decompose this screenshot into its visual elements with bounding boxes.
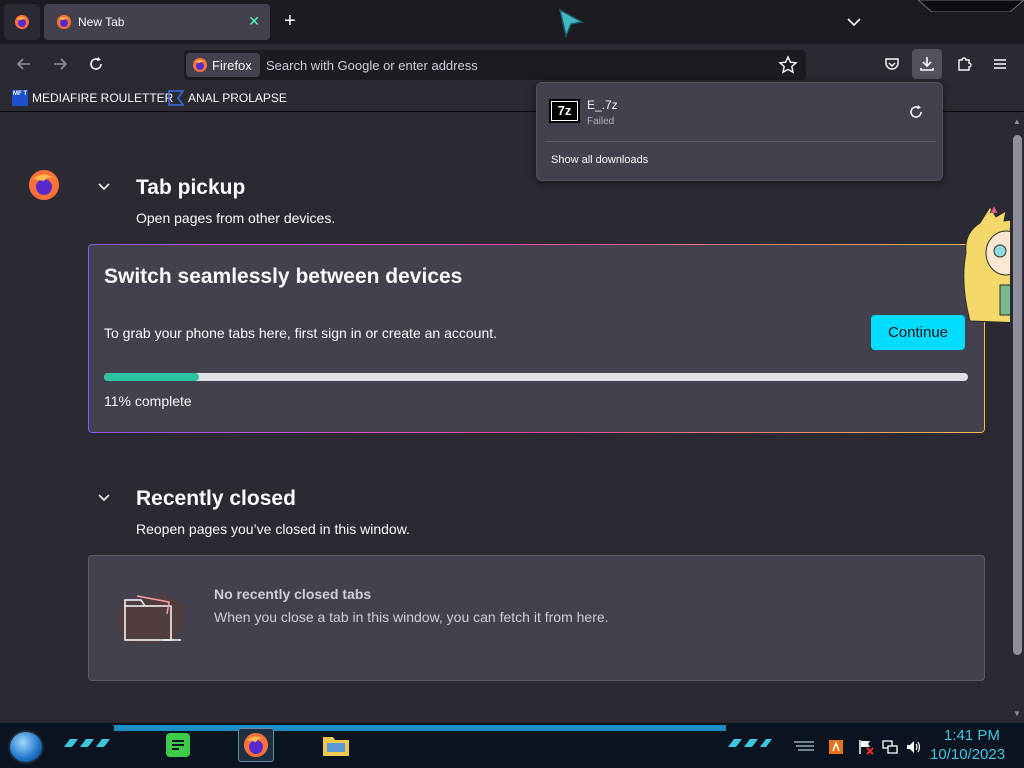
navigation-toolbar: Firefox <box>0 44 1024 84</box>
taskbar-chevrons-decoration <box>64 739 110 747</box>
page-scrollbar[interactable]: ▲ ▼ <box>1010 113 1024 723</box>
scroll-thumb[interactable] <box>1013 135 1022 655</box>
mediafire-icon: MF T <box>12 90 28 106</box>
bookmark-icon <box>168 90 184 106</box>
clock-time[interactable]: 1:41 PM <box>944 727 1000 744</box>
scroll-down-arrow-icon[interactable]: ▼ <box>1013 709 1021 718</box>
taskbar-chevrons-decoration <box>728 739 772 747</box>
collapse-chevron-icon[interactable] <box>96 179 112 195</box>
setup-progress-bar <box>104 373 968 381</box>
puzzle-icon <box>958 57 972 71</box>
tab-title: New Tab <box>78 15 125 29</box>
identity-box[interactable]: Firefox <box>186 53 260 77</box>
7z-file-icon: 7z <box>549 99 580 123</box>
close-tab-icon[interactable]: ✕ <box>248 13 260 30</box>
taskbar-decoration <box>114 725 726 731</box>
pinned-tab[interactable] <box>4 4 40 40</box>
retry-icon[interactable] <box>907 103 925 121</box>
download-status: Failed <box>587 116 615 127</box>
bookmark-second[interactable]: ANAL PROLAPSE <box>168 89 287 107</box>
bookmark-label: ANAL PROLAPSE <box>188 91 287 105</box>
empty-state-text: When you close a tab in this window, you… <box>214 609 609 625</box>
volume-icon[interactable] <box>906 739 922 755</box>
recently-closed-subtitle: Reopen pages you’ve closed in this windo… <box>136 521 410 537</box>
download-icon <box>920 57 934 71</box>
download-filename: E_.7z <box>587 98 618 112</box>
sync-card-text: To grab your phone tabs here, first sign… <box>104 325 498 341</box>
firefox-icon <box>193 58 207 72</box>
reload-button[interactable] <box>84 52 108 76</box>
recently-closed-title: Recently closed <box>136 487 296 510</box>
menu-button[interactable] <box>988 52 1012 76</box>
show-all-downloads-button[interactable]: Show all downloads <box>551 154 648 166</box>
show-desktop-icon[interactable] <box>792 740 816 752</box>
progress-fill <box>104 373 200 381</box>
downloads-panel: 7z E_.7z Failed Show all downloads <box>536 82 943 181</box>
bookmark-mediafire[interactable]: MF T MEDIAFIRE ROULETTER <box>12 89 173 107</box>
taskbar-file-explorer-app[interactable] <box>318 728 354 762</box>
recently-closed-card: No recently closed tabs When you close a… <box>88 555 985 681</box>
collapse-chevron-icon[interactable] <box>96 490 112 506</box>
arrow-left-icon <box>16 58 30 70</box>
bookmark-star-icon[interactable] <box>778 55 798 75</box>
forward-button[interactable] <box>48 52 72 76</box>
extensions-button[interactable] <box>952 52 976 76</box>
pocket-button[interactable] <box>880 52 904 76</box>
firefox-icon <box>57 15 71 29</box>
url-bar[interactable]: Firefox <box>184 50 806 80</box>
new-tab-button[interactable]: + <box>278 10 302 34</box>
firefox-icon <box>244 733 268 757</box>
url-input[interactable] <box>266 56 766 74</box>
sync-card-title: Switch seamlessly between devices <box>104 265 463 288</box>
new-tab-page: Tab pickup Open pages from other devices… <box>0 113 1010 723</box>
continue-button[interactable]: Continue <box>871 315 965 350</box>
empty-folder-illustration <box>117 595 186 645</box>
hamburger-menu-icon <box>994 59 1006 69</box>
notes-app-icon <box>166 733 190 757</box>
download-item[interactable]: 7z E_.7z Failed <box>545 91 936 137</box>
firefox-logo-icon <box>29 170 59 200</box>
progress-text: 11% complete <box>104 393 192 409</box>
chevron-down-icon[interactable] <box>844 12 864 32</box>
os-taskbar: 1:41 PM 10/10/2023 <box>0 723 1024 768</box>
tab-strip: New Tab ✕ + <box>0 0 1024 44</box>
pocket-icon <box>885 58 899 70</box>
back-button[interactable] <box>12 52 36 76</box>
tray-app-icon[interactable] <box>828 739 844 755</box>
taskbar-notes-app[interactable] <box>160 728 196 762</box>
scroll-up-arrow-icon[interactable]: ▲ <box>1013 117 1021 126</box>
theme-cursor-icon <box>558 8 584 38</box>
start-button[interactable] <box>8 730 44 764</box>
identity-label: Firefox <box>212 57 252 73</box>
clock-date[interactable]: 10/10/2023 <box>930 746 1005 763</box>
theme-decoration <box>918 0 1024 12</box>
reload-icon <box>90 57 102 70</box>
tray-flag-icon[interactable] <box>858 739 874 755</box>
taskbar-firefox-app[interactable] <box>238 728 274 762</box>
arrow-right-icon <box>54 58 68 70</box>
tab-pickup-title: Tab pickup <box>136 176 246 199</box>
firefox-icon <box>15 15 29 29</box>
tray-network-icon[interactable] <box>882 739 898 755</box>
bookmark-label: MEDIAFIRE ROULETTER <box>32 91 174 105</box>
panel-separator <box>545 141 936 142</box>
tab-new-tab[interactable]: New Tab ✕ <box>44 4 270 40</box>
folder-icon <box>323 737 349 756</box>
tab-pickup-subtitle: Open pages from other devices. <box>136 210 336 226</box>
sync-setup-card: Switch seamlessly between devices To gra… <box>88 244 985 433</box>
downloads-button[interactable] <box>912 49 942 79</box>
empty-state-title: No recently closed tabs <box>214 586 372 602</box>
